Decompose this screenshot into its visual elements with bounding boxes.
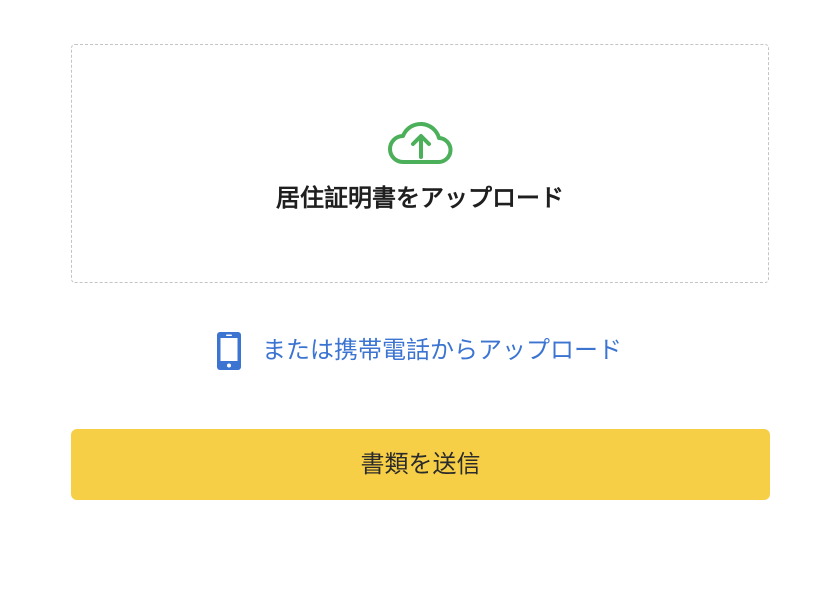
upload-from-mobile-link[interactable]: または携帯電話からアップロード — [0, 326, 836, 374]
cloud-upload-icon — [388, 122, 453, 164]
upload-from-mobile-label: または携帯電話からアップロード — [262, 336, 622, 364]
smartphone-icon — [217, 332, 241, 370]
upload-label: 居住証明書をアップロード — [276, 184, 564, 212]
submit-documents-button[interactable]: 書類を送信 — [71, 429, 770, 500]
